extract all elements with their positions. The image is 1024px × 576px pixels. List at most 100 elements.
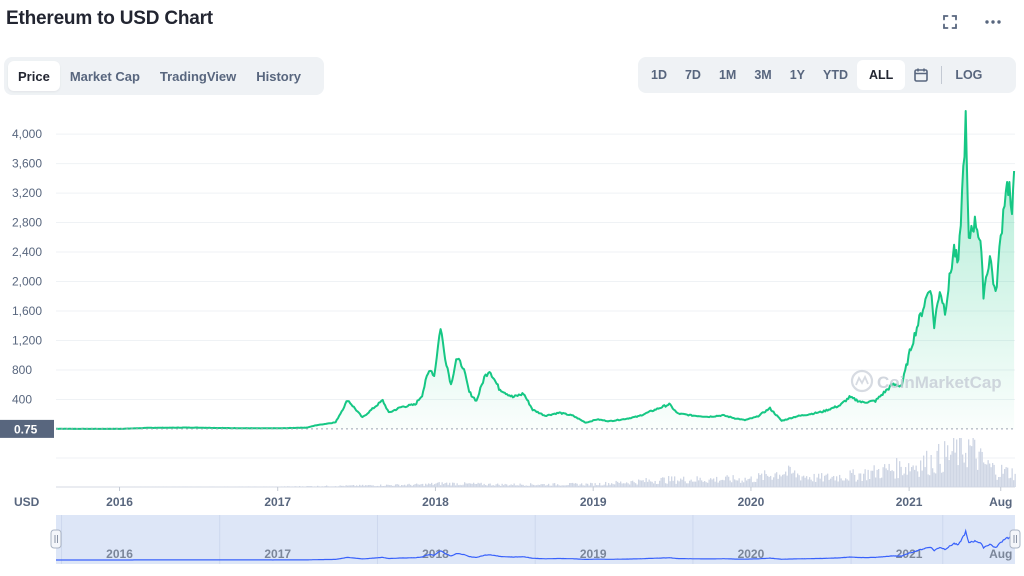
volume-bar — [707, 482, 709, 487]
volume-bar — [861, 480, 863, 487]
volume-bar — [461, 485, 463, 487]
volume-bar — [881, 477, 883, 487]
volume-bar — [1013, 480, 1015, 487]
volume-bar — [801, 476, 803, 487]
volume-bar — [606, 485, 608, 487]
volume-bar — [756, 478, 758, 487]
volume-bar — [483, 483, 485, 487]
navigator-tick-label: 2021 — [896, 547, 923, 561]
volume-bar — [501, 483, 503, 487]
volume-bar — [866, 480, 868, 487]
volume-bar — [804, 477, 806, 487]
y-tick-label: 3,600 — [12, 157, 42, 171]
volume-bar — [506, 484, 508, 487]
volume-bar — [456, 483, 458, 487]
navigator-right-handle[interactable] — [1009, 529, 1021, 549]
volume-bar — [962, 454, 964, 487]
volume-bar — [758, 473, 760, 487]
volume-bar — [371, 485, 373, 487]
volume-bar — [920, 460, 922, 487]
volume-bar — [788, 465, 790, 487]
price-area — [56, 111, 1015, 429]
volume-bar — [678, 481, 680, 487]
volume-bar — [726, 475, 728, 487]
volume-bar — [437, 482, 439, 487]
volume-bar — [902, 475, 904, 487]
volume-bar — [443, 484, 445, 487]
volume-bar — [254, 486, 256, 487]
volume-bar — [386, 484, 388, 487]
volume-bar — [525, 485, 527, 487]
volume-bar — [612, 484, 614, 487]
volume-bar — [932, 468, 934, 487]
volume-bar — [335, 486, 337, 487]
volume-bar — [711, 479, 713, 487]
volume-bar — [830, 478, 832, 487]
volume-bar — [485, 485, 487, 487]
navigator-left-handle[interactable] — [50, 529, 62, 549]
volume-bar — [503, 485, 505, 487]
volume-bar — [462, 484, 464, 487]
volume-bar — [729, 480, 731, 487]
volume-bar — [339, 485, 341, 487]
volume-bar — [635, 483, 637, 487]
volume-bar — [464, 482, 466, 487]
volume-bar — [809, 477, 811, 487]
volume-bar — [807, 479, 809, 487]
volume-bar — [987, 460, 989, 487]
volume-bar — [351, 485, 353, 487]
navigator-tick-label: 2017 — [264, 547, 291, 561]
volume-bar — [917, 471, 919, 487]
volume-bar — [977, 469, 979, 487]
x-tick-label: 2021 — [896, 495, 923, 509]
volume-bar — [789, 466, 791, 487]
volume-bar — [662, 477, 664, 487]
volume-bar — [441, 482, 443, 487]
volume-bar — [398, 484, 400, 487]
volume-bar — [791, 473, 793, 487]
volume-bar — [996, 479, 998, 487]
volume-bar — [600, 485, 602, 487]
volume-bar — [519, 483, 521, 487]
volume-bar — [452, 482, 454, 487]
volume-bar — [983, 462, 985, 487]
volume-bar — [374, 486, 376, 487]
volume-bar — [395, 484, 397, 487]
volume-bar — [852, 469, 854, 487]
volume-bar — [746, 480, 748, 487]
volume-bar — [942, 471, 944, 487]
volume-bar — [365, 485, 367, 487]
volume-bar — [888, 463, 890, 487]
volume-bar — [321, 486, 323, 487]
volume-bar — [825, 474, 827, 487]
volume-bar — [878, 469, 880, 487]
volume-bar — [774, 473, 776, 487]
volume-bar — [945, 456, 947, 487]
volume-bar — [813, 473, 815, 487]
volume-bar — [797, 473, 799, 487]
volume-bar — [423, 485, 425, 487]
volume-bar — [741, 480, 743, 487]
volume-bar — [759, 474, 761, 487]
volume-bar — [392, 485, 394, 487]
volume-bar — [800, 480, 802, 487]
volume-bar — [585, 483, 587, 487]
volume-bar — [438, 482, 440, 487]
volume-bar — [786, 475, 788, 487]
volume-bar — [603, 484, 605, 487]
price-chart[interactable]: 400 800 1,200 1,600 2,000 2,400 2,800 3,200 3,60… — [0, 0, 1024, 576]
volume-bar — [530, 483, 532, 487]
volume-bar — [968, 439, 970, 487]
volume-bar — [966, 467, 968, 487]
volume-bar — [416, 483, 418, 487]
volume-bar — [780, 476, 782, 487]
volume-bar — [467, 483, 469, 487]
volume-bar — [884, 464, 886, 487]
volume-bar — [653, 483, 655, 487]
volume-bar — [536, 485, 538, 487]
volume-bar — [894, 478, 896, 487]
volume-bar — [324, 486, 326, 487]
volume-bar — [980, 448, 982, 487]
volume-bar — [837, 481, 839, 487]
volume-bar — [891, 470, 893, 487]
